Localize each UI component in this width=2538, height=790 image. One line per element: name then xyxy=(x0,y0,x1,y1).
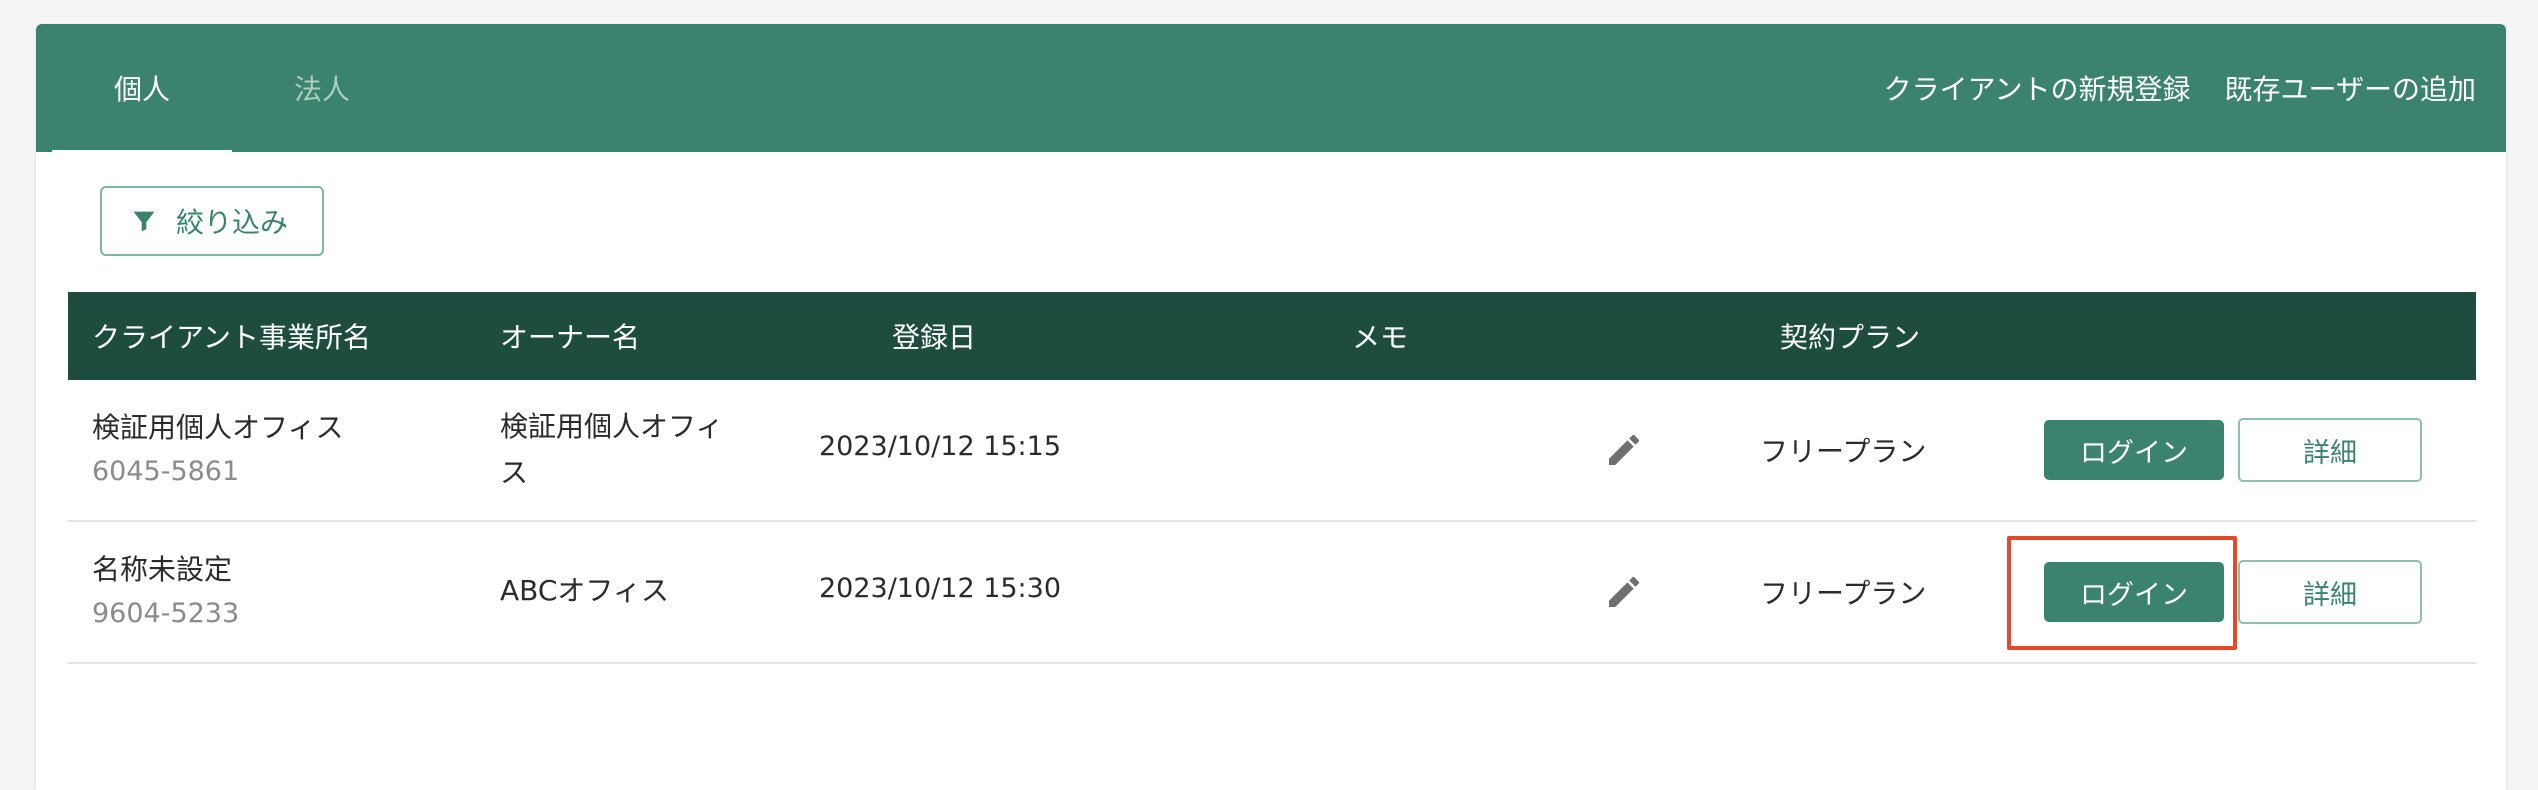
office-name: 検証用個人オフィス xyxy=(92,411,344,444)
active-tab-indicator xyxy=(52,150,232,154)
registered-date: 2023/10/12 15:30 xyxy=(819,573,1062,604)
add-existing-user-link[interactable]: 既存ユーザーの追加 xyxy=(2225,68,2476,108)
registered-date: 2023/10/12 15:15 xyxy=(819,431,1062,462)
filter-button-label: 絞り込み xyxy=(176,206,289,239)
header-registered: 登録日 xyxy=(892,321,977,354)
login-button-label: ログイン xyxy=(2080,437,2188,469)
plan-name: フリープラン xyxy=(1760,577,1927,610)
office-name: 名称未設定 xyxy=(92,553,233,586)
login-button[interactable]: ログイン xyxy=(2044,420,2224,480)
detail-button-label: 詳細 xyxy=(2303,579,2357,611)
owner-name: ABCオフィス xyxy=(500,574,669,607)
table-row: 検証用個人オフィス 6045-5861 検証用個人オフィス 2023/10/12… xyxy=(68,380,2476,522)
tab-individual[interactable]: 個人 xyxy=(52,24,232,152)
client-list-card: 個人 法人 クライアントの新規登録 既存ユーザーの追加 絞り込み クライアント事… xyxy=(36,24,2506,790)
login-button[interactable]: ログイン xyxy=(2044,562,2224,622)
detail-button-label: 詳細 xyxy=(2303,437,2357,469)
table-row: 名称未設定 9604-5233 ABCオフィス 2023/10/12 15:30… xyxy=(68,522,2476,664)
detail-button[interactable]: 詳細 xyxy=(2238,418,2422,482)
client-table: クライアント事業所名 オーナー名 登録日 メモ 契約プラン 検証用個人オフィス … xyxy=(68,292,2476,664)
edit-memo-button[interactable] xyxy=(1604,430,1644,470)
office-code: 9604-5233 xyxy=(92,598,240,629)
table-header: クライアント事業所名 オーナー名 登録日 メモ 契約プラン xyxy=(68,292,2476,380)
edit-memo-button[interactable] xyxy=(1604,572,1644,612)
office-code: 6045-5861 xyxy=(92,456,240,487)
header-owner: オーナー名 xyxy=(500,321,641,354)
tab-individual-label: 個人 xyxy=(113,73,170,106)
header-plan: 契約プラン xyxy=(1780,321,1921,354)
tab-corporate[interactable]: 法人 xyxy=(232,24,412,152)
plan-name: フリープラン xyxy=(1760,435,1927,468)
header-office-name: クライアント事業所名 xyxy=(92,321,371,354)
header-memo: メモ xyxy=(1352,321,1409,354)
top-bar: 個人 法人 クライアントの新規登録 既存ユーザーの追加 xyxy=(36,24,2506,154)
new-client-link[interactable]: クライアントの新規登録 xyxy=(1884,68,2191,108)
detail-button[interactable]: 詳細 xyxy=(2238,560,2422,624)
tab-corporate-label: 法人 xyxy=(293,73,350,106)
pencil-icon xyxy=(1609,576,1640,607)
login-button-label: ログイン xyxy=(2080,579,2188,611)
filter-icon xyxy=(133,211,155,232)
top-actions: クライアントの新規登録 既存ユーザーの追加 xyxy=(1884,24,2476,152)
pencil-icon xyxy=(1609,434,1640,465)
filter-button[interactable]: 絞り込み xyxy=(100,186,324,256)
owner-name: 検証用個人オフィス xyxy=(500,410,724,489)
